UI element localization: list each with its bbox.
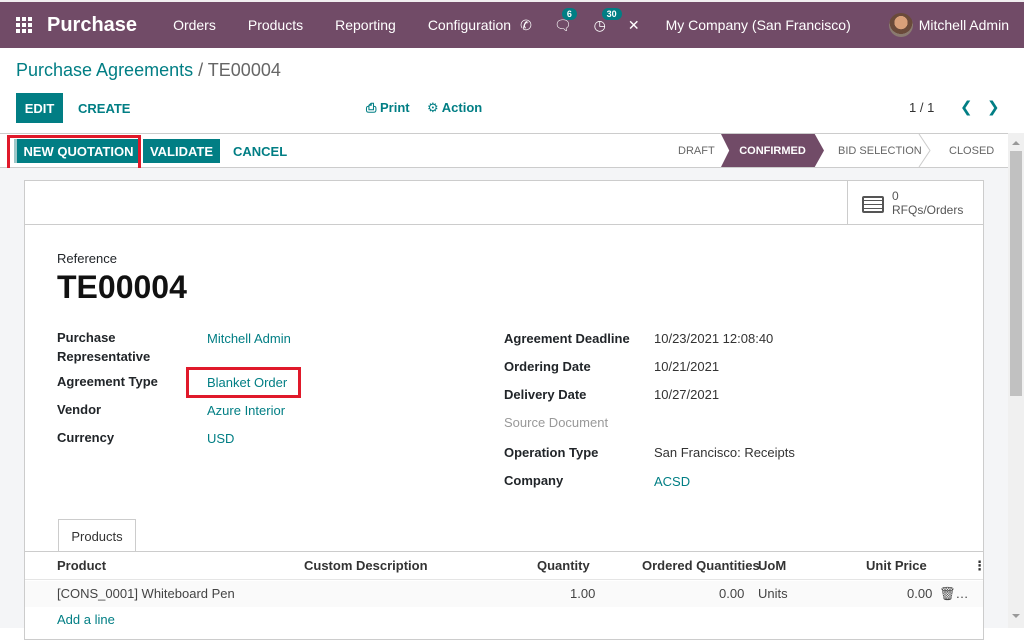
purchase-representative-value[interactable]: Mitchell Admin xyxy=(207,329,291,348)
action-button[interactable]: ⚙ Action xyxy=(427,100,482,116)
tab-divider xyxy=(25,551,983,552)
scroll-thumb[interactable] xyxy=(1010,151,1022,396)
phone-icon[interactable]: ✆ xyxy=(520,17,532,34)
breadcrumb: Purchase Agreements / TE00004 xyxy=(16,60,281,81)
column-uom[interactable]: UoM xyxy=(758,558,786,573)
pager-value[interactable]: 1 / 1 xyxy=(909,100,934,115)
company-label: Company xyxy=(504,473,564,488)
action-label: Action xyxy=(441,100,483,115)
activities-badge: 30 xyxy=(601,7,622,20)
pager-previous-icon[interactable]: ❮ xyxy=(960,98,973,116)
trash-icon[interactable]: 🗑… xyxy=(939,586,969,602)
stage-bid-selection[interactable]: BID SELECTION xyxy=(838,134,922,167)
print-label: Print xyxy=(380,100,410,115)
row-unit-price[interactable]: 0.00 xyxy=(907,586,932,601)
create-button[interactable]: CREATE xyxy=(78,93,130,123)
header-divider xyxy=(25,579,983,580)
menu-reporting[interactable]: Reporting xyxy=(319,17,412,33)
agreement-type-label: Agreement Type xyxy=(57,374,158,389)
column-ordered-quantities[interactable]: Ordered Quantities xyxy=(642,558,760,573)
print-button[interactable]: ⎙ Print xyxy=(366,100,410,116)
validate-button[interactable]: VALIDATE xyxy=(143,139,220,163)
currency-value[interactable]: USD xyxy=(207,429,234,448)
vendor-label: Vendor xyxy=(57,402,102,417)
tab-products[interactable]: Products xyxy=(58,519,136,552)
breadcrumb-separator: / xyxy=(193,60,208,80)
delivery-date-value: 10/27/2021 xyxy=(654,387,720,402)
apps-menu-icon[interactable] xyxy=(16,17,32,33)
column-custom-description[interactable]: Custom Description xyxy=(304,558,428,573)
company-value[interactable]: ACSD xyxy=(654,472,690,491)
highlight-box xyxy=(7,135,141,172)
stage-draft[interactable]: DRAFT xyxy=(678,134,715,167)
purchase-representative-label: Purchase Representative xyxy=(57,330,151,364)
delivery-date-label: Delivery Date xyxy=(504,387,587,402)
rfqs-count: 0 xyxy=(892,189,899,203)
ordering-date-value: 10/21/2021 xyxy=(654,359,720,374)
row-quantity[interactable]: 1.00 xyxy=(570,586,595,601)
column-unit-price[interactable]: Unit Price xyxy=(866,558,927,573)
status-bar: NEW QUOTATION VALIDATE CANCEL DRAFT CONF… xyxy=(0,133,1008,172)
row-product[interactable]: [CONS_0001] Whiteboard Pen xyxy=(57,586,235,601)
app-name[interactable]: Purchase xyxy=(47,14,137,37)
menu-configuration[interactable]: Configuration xyxy=(412,17,527,33)
activities-icon[interactable]: ◷ 30 xyxy=(594,7,622,34)
menu-orders[interactable]: Orders xyxy=(157,17,232,33)
gear-icon: ⚙ xyxy=(427,100,442,115)
form-sheet: 0 RFQs/Orders Reference TE00004 Purchase… xyxy=(24,180,986,640)
scrollbar[interactable] xyxy=(1008,133,1024,628)
scroll-up-icon[interactable] xyxy=(1012,141,1020,145)
source-document-label: Source Document xyxy=(504,415,609,430)
messages-icon[interactable]: 🗨 6 xyxy=(554,7,577,34)
rfqs-label: RFQs/Orders xyxy=(892,203,964,217)
row-uom[interactable]: Units xyxy=(758,586,788,601)
stage-separator xyxy=(918,134,931,167)
vendor-value[interactable]: Azure Interior xyxy=(207,401,285,420)
column-quantity[interactable]: Quantity xyxy=(537,558,590,573)
currency-label: Currency xyxy=(57,430,115,445)
print-icon: ⎙ xyxy=(366,100,381,115)
stage-confirmed[interactable]: CONFIRMED xyxy=(721,134,824,167)
agreement-deadline-label: Agreement Deadline xyxy=(504,331,630,346)
messages-badge: 6 xyxy=(561,7,577,20)
rfqs-orders-smart-button[interactable]: 0 RFQs/Orders xyxy=(847,181,983,225)
reference-label: Reference xyxy=(57,251,117,266)
scroll-down-icon[interactable] xyxy=(1012,614,1020,618)
top-navbar: Purchase Orders Products Reporting Confi… xyxy=(0,0,1024,48)
highlight-box xyxy=(186,367,301,398)
avatar[interactable] xyxy=(888,13,913,37)
operation-type-value: San Francisco: Receipts xyxy=(654,445,795,460)
breadcrumb-parent[interactable]: Purchase Agreements xyxy=(16,60,193,80)
row-ordered-quantities: 0.00 xyxy=(719,586,745,601)
cancel-button[interactable]: CANCEL xyxy=(233,139,287,163)
edit-button[interactable]: EDIT xyxy=(16,93,63,123)
menu-products[interactable]: Products xyxy=(232,17,319,33)
operation-type-label: Operation Type xyxy=(504,445,599,460)
button-box: 0 RFQs/Orders xyxy=(25,181,983,225)
breadcrumb-current: TE00004 xyxy=(207,60,281,80)
ordering-date-label: Ordering Date xyxy=(504,359,591,374)
add-line-link[interactable]: Add a line xyxy=(57,612,115,627)
optional-columns-icon[interactable]: ⋮ xyxy=(973,558,986,574)
pager-next-icon[interactable]: ❯ xyxy=(987,98,1000,116)
company-switcher[interactable]: My Company (San Francisco) xyxy=(666,17,851,33)
list-icon xyxy=(862,196,884,213)
debug-tools-icon[interactable]: ✕ xyxy=(628,17,640,34)
column-product[interactable]: Product xyxy=(57,558,106,573)
user-menu[interactable]: Mitchell Admin xyxy=(919,17,1009,33)
stage-closed[interactable]: CLOSED xyxy=(949,134,994,167)
agreement-deadline-value: 10/23/2021 12:08:40 xyxy=(654,331,774,346)
reference-title: TE00004 xyxy=(57,269,187,305)
